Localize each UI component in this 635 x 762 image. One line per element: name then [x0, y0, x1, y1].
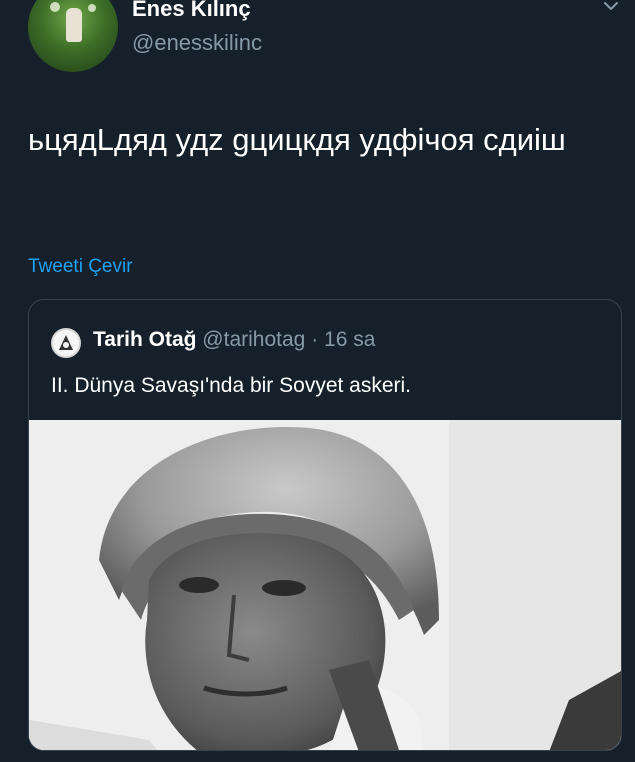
quoted-timestamp[interactable]: · 16 sa	[311, 328, 375, 351]
quoted-header: Tarih Otağ @tarihotag · 16 sa	[93, 328, 375, 352]
translate-tweet-link[interactable]: Tweeti Çevir	[28, 256, 133, 278]
soldier-photo-illustration	[29, 420, 621, 750]
quoted-handle[interactable]: @tarihotag	[202, 328, 305, 351]
author-display-name[interactable]: Enes Kılınç	[132, 0, 251, 22]
chevron-down-icon[interactable]	[603, 0, 619, 12]
avatar-detail	[50, 2, 60, 12]
avatar-detail	[88, 4, 96, 12]
author-avatar[interactable]	[28, 0, 118, 72]
logo-icon	[59, 335, 73, 350]
quoted-photo[interactable]	[29, 420, 621, 750]
tweet-text: ьцядLдяд удz gцицкдя удфічоя сдиiш	[28, 122, 566, 157]
avatar-figure	[66, 8, 82, 42]
quoted-text: II. Dünya Savaşı'nda bir Sovyet askeri.	[51, 374, 412, 397]
author-handle[interactable]: @enesskilinc	[132, 30, 262, 56]
quoted-avatar[interactable]	[51, 328, 81, 358]
quoted-tweet-card[interactable]: Tarih Otağ @tarihotag · 16 sa II. Dünya …	[28, 299, 622, 751]
quoted-display-name[interactable]: Tarih Otağ	[93, 328, 196, 351]
